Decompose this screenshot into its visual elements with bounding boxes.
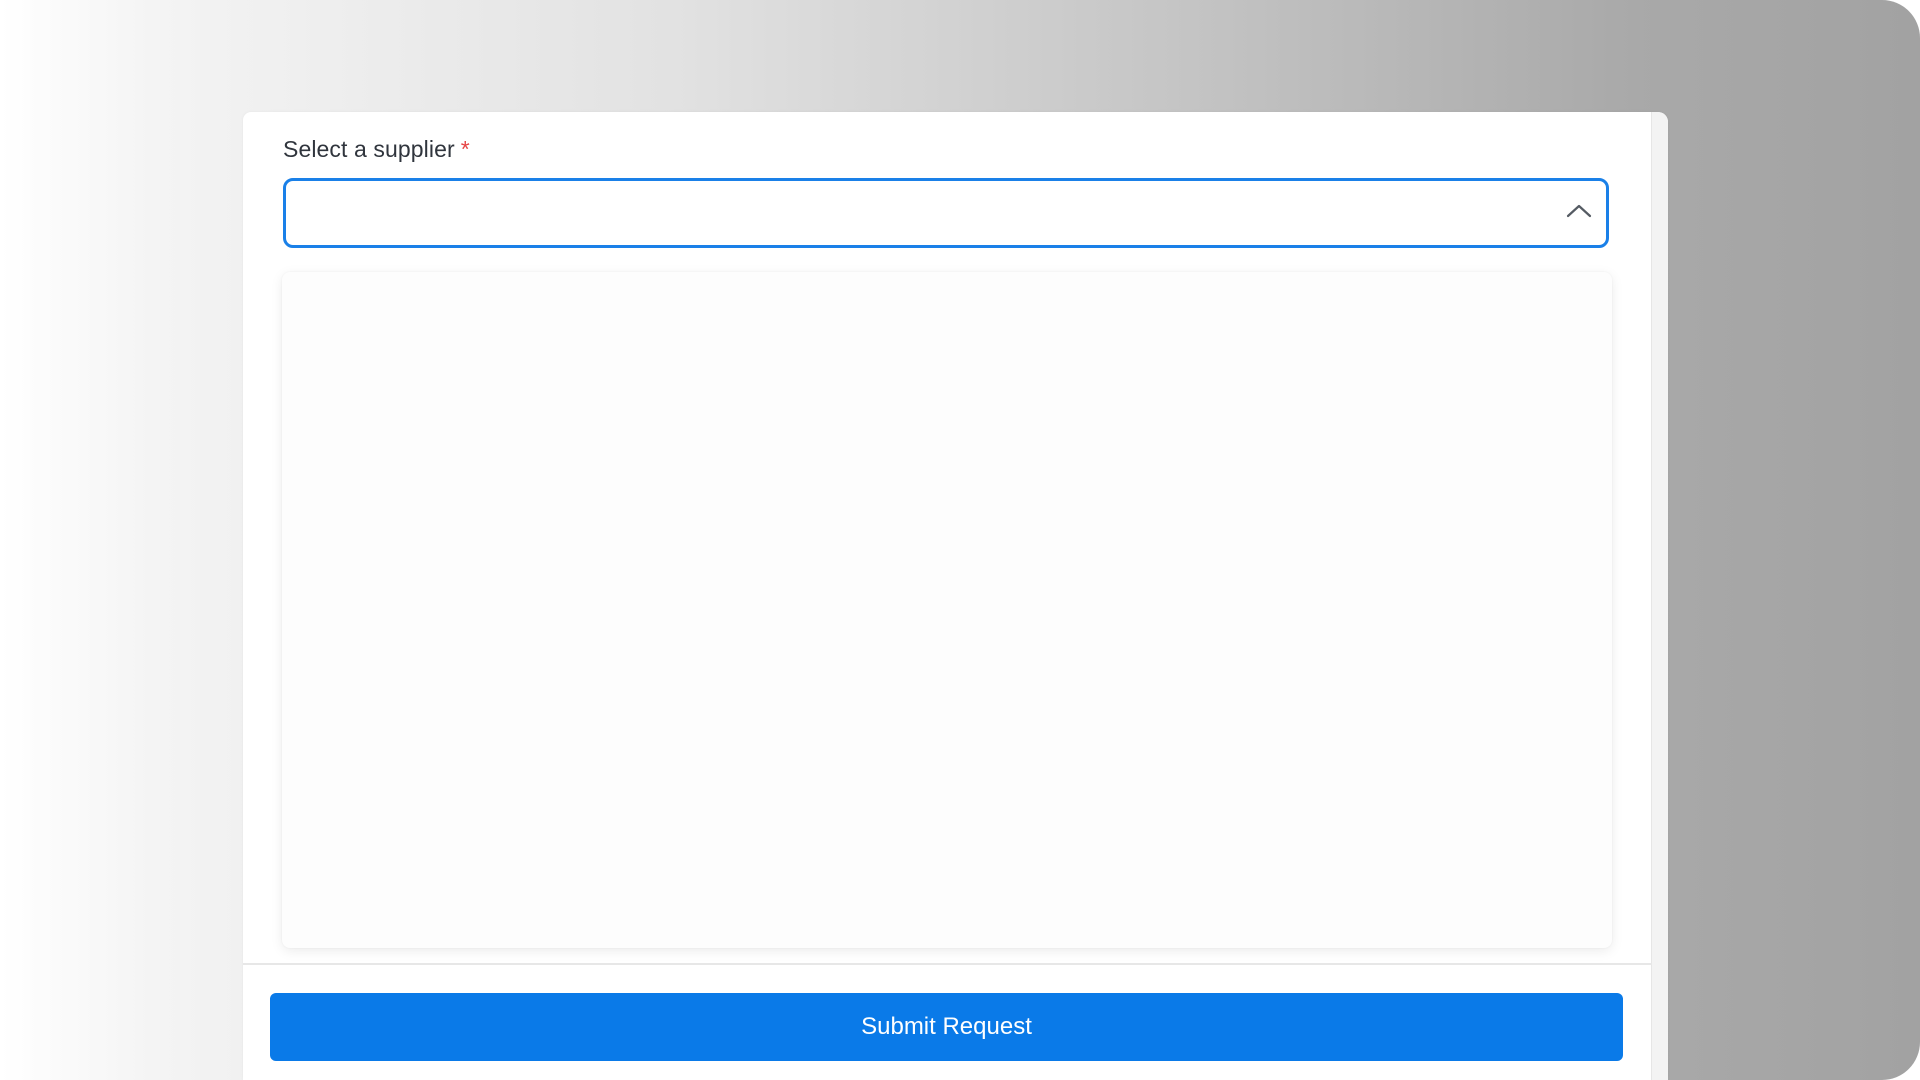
submit-request-button[interactable]: Submit Request bbox=[270, 993, 1623, 1061]
supplier-select[interactable] bbox=[283, 178, 1609, 248]
supplier-dropdown-list[interactable] bbox=[282, 272, 1612, 948]
footer-divider bbox=[243, 963, 1652, 965]
supplier-label-text: Select a supplier bbox=[283, 136, 455, 162]
panel-scrollbar[interactable] bbox=[1651, 112, 1668, 1080]
required-indicator: * bbox=[460, 136, 470, 162]
request-form-panel: Select a supplier * Submit Request bbox=[243, 112, 1668, 1080]
page-backdrop: Select a supplier * Submit Request bbox=[0, 0, 1920, 1080]
chevron-up-icon[interactable] bbox=[1564, 199, 1594, 223]
supplier-field-label: Select a supplier * bbox=[283, 136, 470, 163]
